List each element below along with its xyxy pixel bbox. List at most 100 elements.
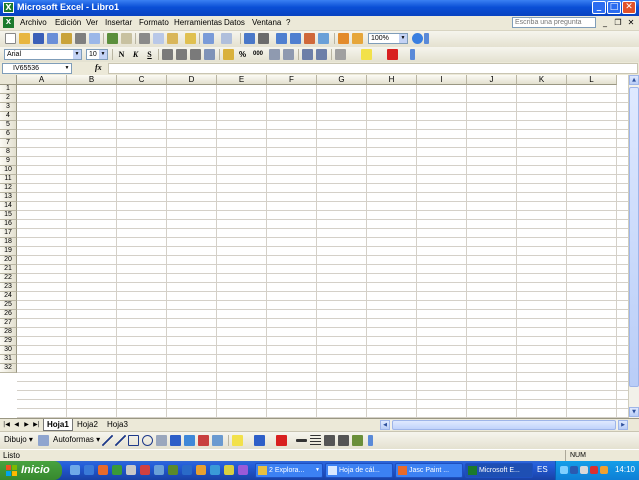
row-header-23[interactable]: 23: [0, 283, 17, 292]
menu-ver[interactable]: Ver: [86, 18, 98, 27]
row-header-2[interactable]: 2: [0, 94, 17, 103]
maximize-button[interactable]: □: [607, 1, 621, 14]
borders-icon[interactable]: [335, 49, 346, 60]
last-sheet-icon[interactable]: ▶|: [32, 420, 41, 429]
row-header-7[interactable]: 7: [0, 139, 17, 148]
row-header-26[interactable]: 26: [0, 310, 17, 319]
scroll-right-icon[interactable]: ▶: [618, 420, 628, 430]
row-header-19[interactable]: 19: [0, 247, 17, 256]
help-search-input[interactable]: Escriba una pregunta: [512, 17, 596, 28]
font-select[interactable]: Arial ▼: [4, 49, 82, 60]
taskbar-button-explorer[interactable]: 2 Explora... ▼: [255, 463, 323, 478]
title-bar[interactable]: X Microsoft Excel - Libro1 _ □ ✕: [0, 0, 639, 16]
messenger-icon[interactable]: [112, 465, 122, 475]
app-icon[interactable]: [168, 465, 178, 475]
row-header-16[interactable]: 16: [0, 220, 17, 229]
column-header-a[interactable]: A: [17, 75, 67, 85]
doc-close-icon[interactable]: ✕: [626, 18, 636, 28]
column-header-b[interactable]: B: [67, 75, 117, 85]
taskbar-button-spreadsheet[interactable]: Hoja de cál...: [325, 463, 393, 478]
new-document-icon[interactable]: [5, 33, 16, 44]
row-header-12[interactable]: 12: [0, 184, 17, 193]
insert-function-icon[interactable]: fx: [95, 63, 102, 72]
menu-insertar[interactable]: Insertar: [105, 18, 132, 27]
zoom-select[interactable]: 100% ▼: [368, 33, 408, 44]
vertical-scrollbar[interactable]: ▲ ▼: [628, 75, 639, 418]
column-header-d[interactable]: D: [167, 75, 217, 85]
line-color-icon[interactable]: [254, 435, 265, 446]
permission-icon[interactable]: [47, 33, 58, 44]
menu-help[interactable]: ?: [286, 18, 290, 27]
scroll-up-icon[interactable]: ▲: [629, 75, 639, 85]
row-header-22[interactable]: 22: [0, 274, 17, 283]
row-header-18[interactable]: 18: [0, 238, 17, 247]
word-icon[interactable]: [182, 465, 192, 475]
row-header-28[interactable]: 28: [0, 328, 17, 337]
hyperlink-icon[interactable]: [244, 33, 255, 44]
column-header-l[interactable]: L: [567, 75, 617, 85]
menu-datos[interactable]: Datos: [224, 18, 245, 27]
print-preview-icon[interactable]: [89, 33, 100, 44]
autosum-icon[interactable]: [258, 33, 269, 44]
percent-button[interactable]: %: [237, 49, 248, 60]
excel-app-icon[interactable]: X: [3, 2, 14, 13]
fill-color-icon[interactable]: [232, 435, 243, 446]
workbook-icon[interactable]: X: [3, 17, 14, 28]
row-header-11[interactable]: 11: [0, 175, 17, 184]
row-header-21[interactable]: 21: [0, 265, 17, 274]
sort-ascending-icon[interactable]: [276, 33, 287, 44]
row-header-27[interactable]: 27: [0, 319, 17, 328]
paste-icon[interactable]: [167, 33, 178, 44]
row-header-30[interactable]: 30: [0, 346, 17, 355]
firefox-icon[interactable]: [98, 465, 108, 475]
shadow-style-icon[interactable]: [338, 435, 349, 446]
volume-icon[interactable]: [580, 466, 588, 474]
merge-center-icon[interactable]: [204, 49, 215, 60]
redo-icon[interactable]: [221, 33, 232, 44]
bold-button[interactable]: N: [116, 49, 127, 60]
line-icon[interactable]: [102, 435, 113, 446]
explorer-icon[interactable]: [126, 465, 136, 475]
column-header-h[interactable]: H: [367, 75, 417, 85]
minimize-button[interactable]: _: [592, 1, 606, 14]
help-icon[interactable]: [412, 33, 423, 44]
thousands-button[interactable]: 000: [251, 49, 265, 60]
rectangle-icon[interactable]: [128, 435, 139, 446]
align-center-icon[interactable]: [176, 49, 187, 60]
app-icon[interactable]: [196, 465, 206, 475]
row-header-1[interactable]: 1: [0, 85, 17, 94]
open-folder-icon[interactable]: [19, 33, 30, 44]
app-icon[interactable]: [154, 465, 164, 475]
arrow-icon[interactable]: [115, 435, 126, 446]
3d-style-icon[interactable]: [352, 435, 363, 446]
column-header-f[interactable]: F: [267, 75, 317, 85]
align-right-icon[interactable]: [190, 49, 201, 60]
menu-archivo[interactable]: Archivo: [20, 18, 47, 27]
column-header-j[interactable]: J: [467, 75, 517, 85]
column-header-k[interactable]: K: [517, 75, 567, 85]
horizontal-scrollbar[interactable]: ◀ ▶: [380, 420, 628, 430]
taskbar-button-paint[interactable]: Jasc Paint ...: [395, 463, 463, 478]
name-box[interactable]: IV65536 ▼: [2, 63, 72, 74]
line-style-icon[interactable]: [296, 439, 307, 442]
increase-decimal-icon[interactable]: [269, 49, 280, 60]
diagram-icon[interactable]: [184, 435, 195, 446]
next-sheet-icon[interactable]: ▶: [22, 420, 31, 429]
spelling-icon[interactable]: [107, 33, 118, 44]
menu-ventana[interactable]: Ventana: [252, 18, 281, 27]
menu-edicion[interactable]: Edición: [55, 18, 81, 27]
language-indicator[interactable]: ES: [537, 465, 548, 474]
copy-icon[interactable]: [153, 33, 164, 44]
sort-descending-icon[interactable]: [290, 33, 301, 44]
doc-minimize-icon[interactable]: _: [600, 18, 610, 28]
email-icon[interactable]: [61, 33, 72, 44]
chart-wizard-icon[interactable]: [304, 33, 315, 44]
sheet-tab-hoja3[interactable]: Hoja3: [104, 419, 131, 430]
chevron-down-icon[interactable]: ▼: [73, 50, 81, 59]
prev-sheet-icon[interactable]: ◀: [12, 420, 21, 429]
drawing-icon[interactable]: [318, 33, 329, 44]
dash-style-icon[interactable]: [310, 435, 321, 446]
toolbar-options-icon[interactable]: [368, 435, 373, 446]
decrease-indent-icon[interactable]: [302, 49, 313, 60]
chevron-down-icon[interactable]: ▼: [399, 34, 407, 43]
